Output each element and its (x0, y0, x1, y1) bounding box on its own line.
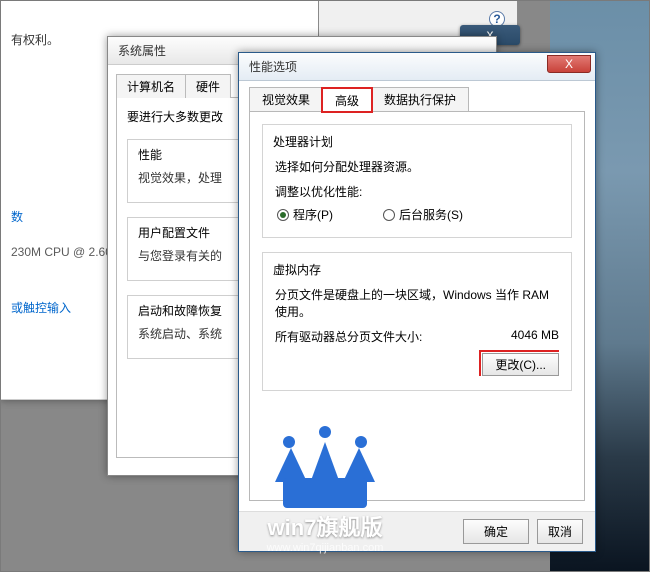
tab-visual-effects[interactable]: 视觉效果 (249, 87, 323, 111)
radio-background-label: 后台服务(S) (399, 206, 463, 223)
close-button[interactable]: X (547, 55, 591, 73)
close-icon: X (565, 57, 573, 71)
perf-footer: 确定 取消 (239, 511, 595, 551)
group-startup-title: 启动和故障恢复 (134, 302, 226, 319)
processor-title: 处理器计划 (269, 133, 337, 150)
vm-total-value: 4046 MB (511, 328, 559, 345)
vm-title: 虚拟内存 (269, 261, 325, 278)
sysprops-title: 系统属性 (118, 44, 166, 58)
tab-advanced[interactable]: 高级 (322, 88, 372, 112)
tab-computer-name[interactable]: 计算机名 (116, 74, 186, 98)
group-performance-title: 性能 (134, 146, 166, 163)
processor-adjust-label: 调整以优化性能: (275, 183, 559, 200)
perf-titlebar[interactable]: 性能选项 X (239, 53, 595, 81)
group-virtual-memory: 虚拟内存 分页文件是硬盘上的一块区域，Windows 当作 RAM 使用。 所有… (262, 252, 572, 391)
group-processor-scheduling: 处理器计划 选择如何分配处理器资源。 调整以优化性能: 程序(P) 后台服务(S… (262, 124, 572, 238)
cancel-button[interactable]: 取消 (537, 519, 583, 544)
change-button[interactable]: 更改(C)... (482, 353, 559, 376)
perf-tab-panel: 处理器计划 选择如何分配处理器资源。 调整以优化性能: 程序(P) 后台服务(S… (249, 111, 585, 501)
radio-dot-icon (383, 209, 395, 221)
vm-total-label: 所有驱动器总分页文件大小: (275, 328, 422, 345)
tab-hardware[interactable]: 硬件 (185, 74, 231, 98)
radio-programs[interactable]: 程序(P) (277, 206, 333, 223)
vm-desc: 分页文件是硬盘上的一块区域，Windows 当作 RAM 使用。 (275, 286, 559, 320)
tab-dep[interactable]: 数据执行保护 (371, 87, 469, 111)
radio-dot-icon (277, 209, 289, 221)
ok-button[interactable]: 确定 (463, 519, 529, 544)
radio-programs-label: 程序(P) (293, 206, 333, 223)
performance-options-dialog: 性能选项 X 视觉效果 高级 数据执行保护 处理器计划 选择如何分配处理器资源。… (238, 52, 596, 552)
perf-title: 性能选项 (249, 58, 297, 75)
perf-tabstrip: 视觉效果 高级 数据执行保护 (249, 87, 585, 111)
group-user-profile-title: 用户配置文件 (134, 224, 214, 241)
processor-desc: 选择如何分配处理器资源。 (275, 158, 559, 175)
radio-background-services[interactable]: 后台服务(S) (383, 206, 463, 223)
